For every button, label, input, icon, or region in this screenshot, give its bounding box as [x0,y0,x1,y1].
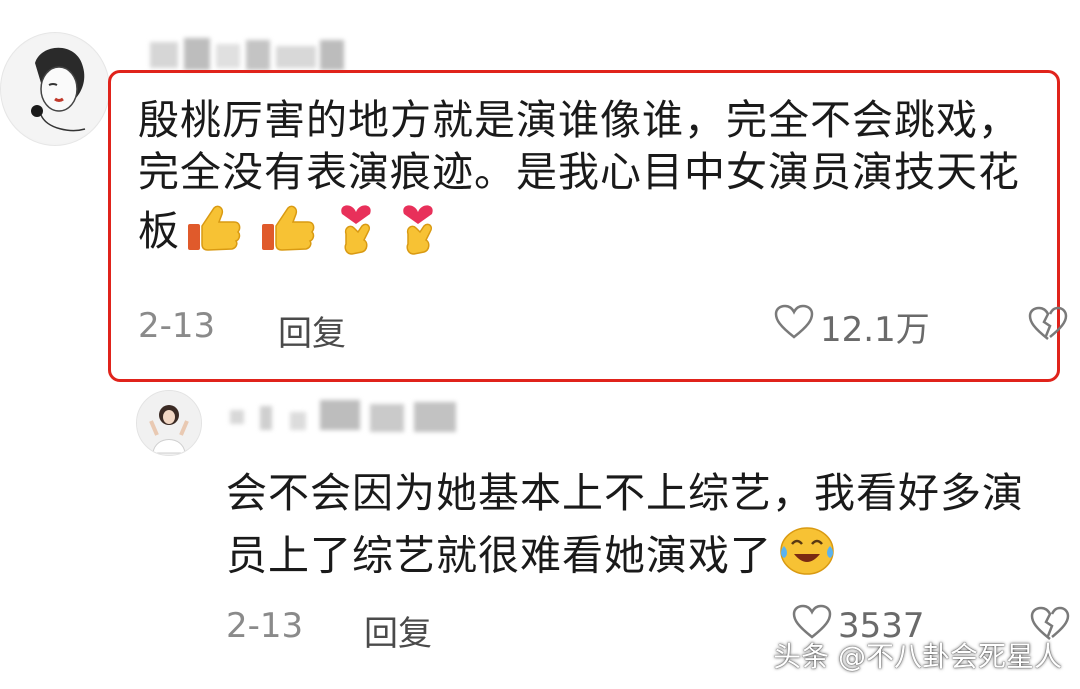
crying-laughing-face-icon [778,527,836,586]
avatar[interactable] [136,390,202,456]
comment-date: 2-13 [138,306,216,346]
watermark: 头条 @不八卦会死星人 [773,640,1062,673]
comment-text: 殷桃厉害的地方就是演谁像谁，完全不会跳戏，完全没有表演痕迹。是我心目中女演员演技… [138,94,1038,270]
reply-button[interactable]: 回复 [278,306,346,355]
username-blurred[interactable] [230,396,480,436]
dislike-button[interactable] [1028,306,1068,346]
thumbs-up-icon [186,204,242,264]
emoji-row [186,198,444,270]
thumbs-up-icon [260,204,316,264]
reply-button[interactable]: 回复 [364,606,432,655]
like-count: 12.1万 [820,309,930,350]
emoji-row [778,524,836,593]
like-button[interactable]: 12.1万 [774,304,930,350]
avatar-photo [137,391,201,455]
heart-hand-icon [396,198,440,270]
heart-hand-icon [334,198,378,270]
broken-heart-icon [1028,306,1068,346]
comment-body: 会不会因为她基本上不上综艺，我看好多演员上了综艺就很难看她演戏了 [226,469,1024,580]
username-blurred[interactable] [150,36,350,74]
heart-outline-icon [774,304,814,349]
avatar[interactable] [0,32,110,146]
comment-date: 2-13 [226,606,304,646]
avatar-illustration [1,35,109,143]
comment-text: 会不会因为她基本上不上综艺，我看好多演员上了综艺就很难看她演戏了 [226,462,1046,593]
